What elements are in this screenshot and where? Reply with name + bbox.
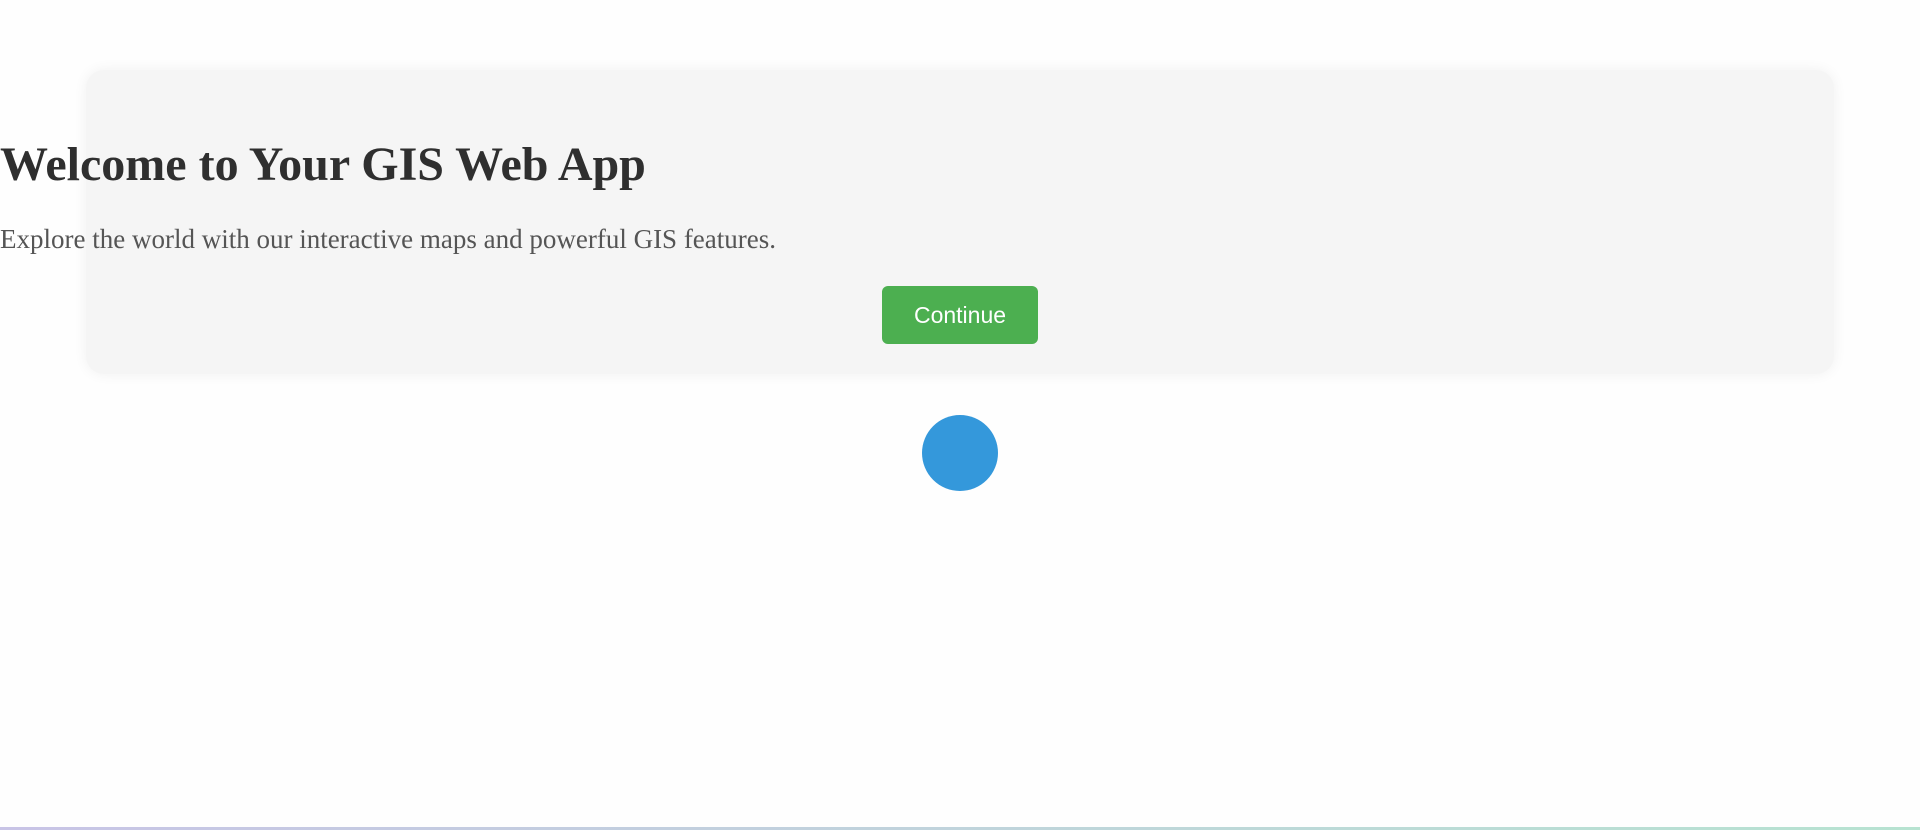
loading-indicator-icon: [922, 415, 998, 491]
continue-button[interactable]: Continue: [882, 286, 1038, 344]
welcome-subtitle: Explore the world with our interactive m…: [0, 224, 777, 254]
welcome-title: Welcome to Your GIS Web App: [0, 138, 646, 191]
